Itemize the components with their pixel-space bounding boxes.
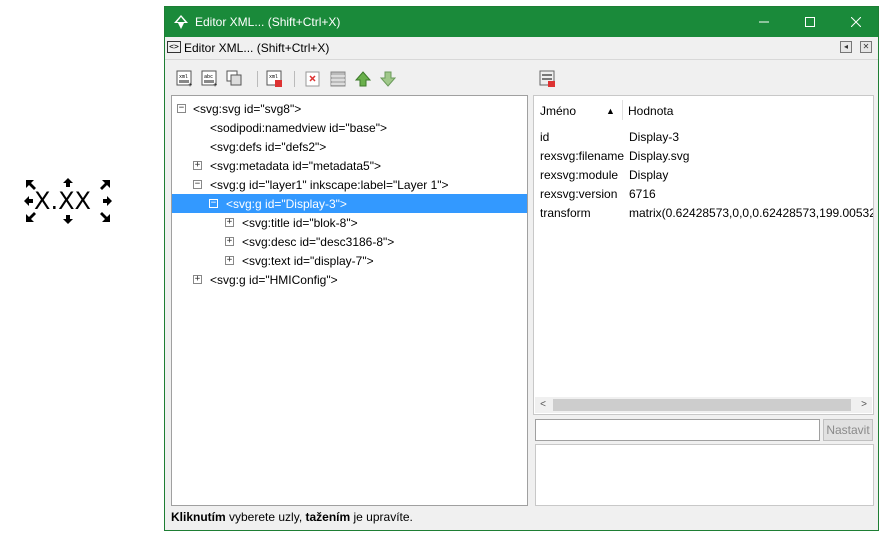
tree-node[interactable]: <svg:defs id="defs2"> xyxy=(172,137,527,156)
status-bold: Kliknutím xyxy=(171,510,226,524)
attribute-value: Display xyxy=(629,168,669,182)
attribute-row[interactable]: rexsvg:module Display xyxy=(534,166,873,185)
attribute-name: rexsvg:version xyxy=(540,187,618,201)
maximize-icon xyxy=(805,17,815,27)
expand-icon[interactable]: + xyxy=(193,275,202,284)
close-icon xyxy=(851,17,861,27)
status-bar: Kliknutím vyberete uzly, tažením je upra… xyxy=(171,510,413,524)
svg-text:xml: xml xyxy=(179,74,188,80)
tree-node-label: <svg:metadata id="metadata5"> xyxy=(210,159,381,173)
minimize-icon xyxy=(759,21,769,23)
attribute-value: matrix(0.62428573,0,0,0.62428573,199.005… xyxy=(629,206,874,220)
xml-editor-window: Editor XML... (Shift+Ctrl+X) <> Editor X… xyxy=(164,6,879,531)
column-header-name[interactable]: Jméno xyxy=(540,104,576,118)
tree-node[interactable]: + <svg:metadata id="metadata5"> xyxy=(172,156,527,175)
tree-node[interactable]: − <svg:svg id="svg8"> xyxy=(172,99,527,118)
new-element-node-icon[interactable]: xml+ xyxy=(176,70,194,88)
tree-node-label: <svg:g id="layer1" inkscape:label="Layer… xyxy=(210,178,449,192)
xml-node-tree[interactable]: − <svg:svg id="svg8"> <sodipodi:namedvie… xyxy=(171,95,528,506)
new-text-node-icon[interactable]: abc+ xyxy=(201,70,219,88)
expand-icon[interactable]: + xyxy=(225,218,234,227)
attribute-row[interactable]: rexsvg:filename Display.svg xyxy=(534,147,873,166)
tree-node-label: <svg:text id="display-7"> xyxy=(242,254,374,268)
delete-node-icon[interactable]: xml xyxy=(266,70,284,88)
canvas-text-object[interactable]: X.XX xyxy=(24,178,112,224)
svg-text:+: + xyxy=(213,82,217,88)
raise-node-icon[interactable] xyxy=(354,70,372,88)
tree-node[interactable]: + <svg:text id="display-7"> xyxy=(172,251,527,270)
node-toolbar: xml + abc + xml xyxy=(171,67,528,93)
attribute-row[interactable]: id Display-3 xyxy=(534,128,873,147)
panel-title: Editor XML... (Shift+Ctrl+X) xyxy=(184,41,330,55)
inkscape-logo-icon xyxy=(174,15,188,29)
expand-icon[interactable]: + xyxy=(225,256,234,265)
attribute-toolbar xyxy=(533,67,874,93)
attribute-row[interactable]: rexsvg:version 6716 xyxy=(534,185,873,204)
tree-node-label: <svg:desc id="desc3186-8"> xyxy=(242,235,395,249)
attribute-value: Display-3 xyxy=(629,130,680,144)
column-divider[interactable] xyxy=(622,100,623,120)
maximize-button[interactable] xyxy=(787,7,833,37)
scroll-right-icon[interactable]: > xyxy=(856,397,872,413)
tree-node-label: <svg:g id="HMIConfig"> xyxy=(210,273,338,287)
attribute-list[interactable]: Jméno ▲ Hodnota id Display-3 rexsvg:file… xyxy=(533,95,874,415)
expand-icon[interactable]: + xyxy=(225,237,234,246)
attribute-name: rexsvg:module xyxy=(540,168,619,182)
attribute-value-textarea[interactable] xyxy=(535,444,874,506)
tree-node[interactable]: + <svg:desc id="desc3186-8"> xyxy=(172,232,527,251)
tree-node-selected[interactable]: − <svg:g id="Display-3"> xyxy=(172,194,527,213)
canvas-text: X.XX xyxy=(34,187,91,215)
toolbar-separator xyxy=(257,71,258,87)
tree-node-label: <svg:defs id="defs2"> xyxy=(210,140,327,154)
attribute-value: Display.svg xyxy=(629,149,690,163)
attribute-name: id xyxy=(540,130,550,144)
xml-editor-icon: <> xyxy=(167,41,181,53)
toolbar-separator xyxy=(294,71,295,87)
collapse-icon[interactable]: − xyxy=(209,199,218,208)
sort-ascending-icon: ▲ xyxy=(606,106,615,116)
status-bold: tažením xyxy=(305,510,351,524)
window-titlebar[interactable]: Editor XML... (Shift+Ctrl+X) xyxy=(165,7,878,37)
panel-close-button[interactable]: ✕ xyxy=(860,41,872,53)
status-text: vyberete uzly, xyxy=(225,510,306,524)
window-title: Editor XML... (Shift+Ctrl+X) xyxy=(195,15,341,29)
tree-node[interactable]: − <svg:g id="layer1" inkscape:label="Lay… xyxy=(172,175,527,194)
tree-node[interactable]: + <svg:title id="blok-8"> xyxy=(172,213,527,232)
scroll-left-icon[interactable]: < xyxy=(535,397,551,413)
tree-node[interactable]: + <svg:g id="HMIConfig"> xyxy=(172,270,527,289)
collapse-icon[interactable]: − xyxy=(193,180,202,189)
close-button[interactable] xyxy=(833,7,879,37)
minimize-button[interactable] xyxy=(741,7,787,37)
lower-node-icon[interactable] xyxy=(379,70,397,88)
attribute-name: transform xyxy=(540,206,591,220)
panel-collapse-button[interactable]: ◂ xyxy=(840,41,852,53)
tree-node[interactable]: <sodipodi:namedview id="base"> xyxy=(172,118,527,137)
svg-text:xml: xml xyxy=(269,74,278,80)
status-text: je upravíte. xyxy=(350,510,413,524)
indent-node-icon[interactable] xyxy=(329,70,347,88)
column-header-value[interactable]: Hodnota xyxy=(628,104,673,118)
tree-node-label: <svg:svg id="svg8"> xyxy=(193,102,302,116)
attribute-value: 6716 xyxy=(629,187,656,201)
horizontal-scrollbar[interactable]: < > xyxy=(535,397,872,413)
attribute-value-input[interactable] xyxy=(535,419,820,441)
collapse-icon[interactable]: − xyxy=(177,104,186,113)
attribute-name: rexsvg:filename xyxy=(540,149,625,163)
set-button[interactable]: Nastavit xyxy=(823,419,873,441)
tree-node-label: <svg:title id="blok-8"> xyxy=(242,216,358,230)
scrollbar-thumb[interactable] xyxy=(553,399,851,411)
tree-node-label: <svg:g id="Display-3"> xyxy=(226,197,347,211)
svg-text:+: + xyxy=(188,82,192,88)
attribute-row[interactable]: transform matrix(0.62428573,0,0,0.624285… xyxy=(534,204,873,223)
tree-node-label: <sodipodi:namedview id="base"> xyxy=(210,121,387,135)
duplicate-node-icon[interactable] xyxy=(226,70,244,88)
svg-text:abc: abc xyxy=(204,74,213,80)
unindent-node-icon[interactable] xyxy=(304,70,322,88)
delete-attribute-icon[interactable] xyxy=(539,70,557,88)
dock-panel-header: <> Editor XML... (Shift+Ctrl+X) ◂ ✕ xyxy=(165,37,878,60)
expand-icon[interactable]: + xyxy=(193,161,202,170)
